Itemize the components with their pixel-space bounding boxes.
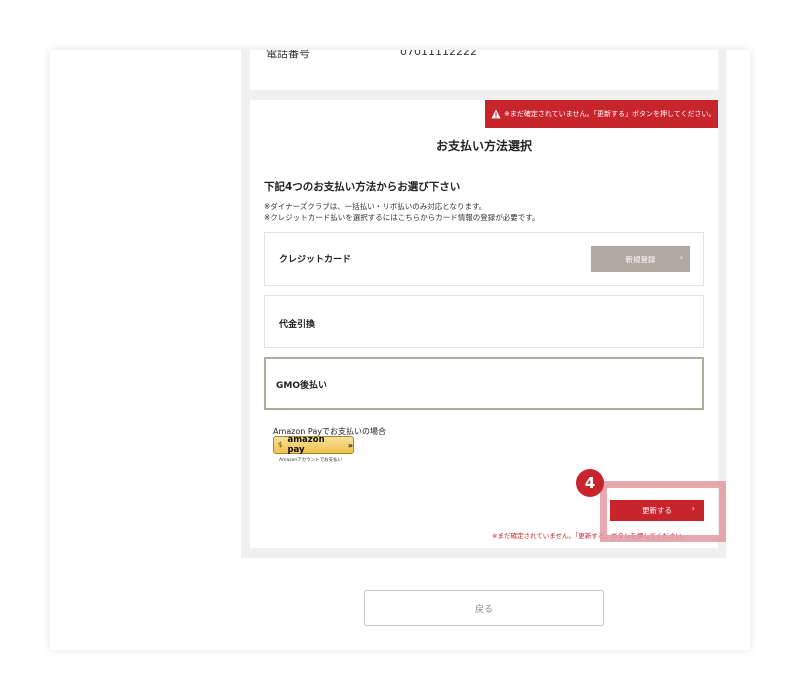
payment-option-credit-card[interactable]: クレジットカード 新規登録 › — [264, 232, 704, 286]
highlight-frame — [600, 481, 726, 542]
credit-card-note: ※クレジットカード払いを選択するにはこちらからカード情報の登録が必要です。 — [264, 213, 540, 222]
phone-label: 電話番号 — [266, 50, 310, 60]
unconfirmed-alert: ※まだ確定されていません。「更新する」ボタンを押してください。 — [485, 100, 718, 128]
amazon-pay-button[interactable]: $ amazon pay » — [273, 435, 354, 455]
warning-icon — [491, 109, 501, 119]
option-label: GMO後払い — [276, 381, 327, 391]
phone-value: 07011112222 — [400, 50, 477, 58]
register-button-label: 新規登録 — [625, 254, 656, 264]
payment-option-cash-on-delivery[interactable]: 代金引換 — [264, 295, 704, 348]
diners-note: ※ダイナーズクラブは、一括払い・リボ払いのみ対応となります。 — [264, 202, 487, 211]
payment-subheading: 下記4つのお支払い方法からお選び下さい — [264, 181, 461, 193]
step-badge: 4 — [576, 469, 604, 497]
double-chevron-icon: » — [347, 440, 353, 450]
back-button[interactable]: 戻る — [364, 590, 604, 626]
register-card-button[interactable]: 新規登録 › — [591, 246, 690, 272]
amazon-coin-icon: $ — [278, 441, 283, 449]
page-title: お支払い方法選択 — [435, 139, 532, 153]
payment-method-card: ※まだ確定されていません。「更新する」ボタンを押してください。 お支払い方法選択… — [250, 100, 726, 548]
payment-option-gmo-deferred[interactable]: GMO後払い — [264, 357, 704, 410]
chevron-right-icon: › — [679, 253, 683, 262]
amazon-pay-logo: amazon pay — [287, 435, 325, 455]
alert-text: ※まだ確定されていません。「更新する」ボタンを押してください。 — [504, 110, 716, 118]
customer-info-card: 電話番号 07011112222 — [250, 50, 718, 90]
option-label: 代金引換 — [279, 320, 316, 330]
amazon-pay-caption: Amazonアカウントでお支払い — [279, 458, 343, 463]
option-label: クレジットカード — [279, 255, 352, 265]
